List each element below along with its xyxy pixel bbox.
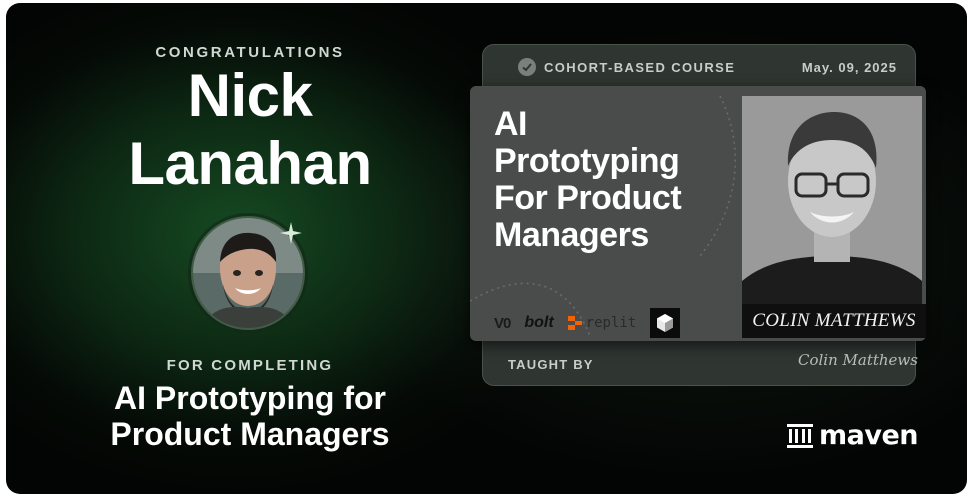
congratulations-label: CONGRATULATIONS bbox=[155, 44, 345, 61]
ticket-title-line: AI bbox=[494, 105, 528, 143]
cohort-label: COHORT-BASED COURSE bbox=[518, 58, 735, 76]
replit-logo: replit bbox=[567, 315, 637, 331]
maven-columns-icon bbox=[787, 423, 813, 448]
ticket-course-title: AI Prototyping For Product Managers bbox=[494, 106, 734, 254]
recipient-name: Nick Lanahan bbox=[0, 62, 500, 198]
taught-by-label: TAUGHT BY bbox=[508, 357, 594, 372]
replit-logo-icon bbox=[567, 316, 582, 330]
recipient-first-name: Nick bbox=[187, 62, 313, 129]
v0-logo-icon: V0 bbox=[494, 314, 511, 332]
instructor-signature: Colin Matthews bbox=[798, 351, 918, 369]
instructor-portrait-icon bbox=[742, 96, 922, 304]
recipient-section: CONGRATULATIONS Nick Lanahan FOR COMPLET… bbox=[0, 0, 500, 491]
course-title-line-1: AI Prototyping for bbox=[114, 380, 386, 416]
ticket-title-line: For Product bbox=[494, 179, 682, 217]
cohort-label-text: COHORT-BASED COURSE bbox=[544, 59, 736, 75]
maven-brand-name: maven bbox=[819, 420, 919, 451]
recipient-last-name: Lanahan bbox=[128, 130, 372, 197]
verified-check-icon bbox=[518, 58, 536, 76]
maven-brand-logo: maven bbox=[787, 420, 919, 451]
ticket-title-line: Prototyping bbox=[494, 142, 680, 180]
sparkle-icon bbox=[280, 222, 302, 244]
instructor-name-label: COLIN MATTHEWS bbox=[742, 304, 926, 338]
replit-logo-text: replit bbox=[585, 315, 637, 331]
ticket-title-line: Managers bbox=[494, 216, 649, 254]
tool-logos: V0 bolt replit bbox=[494, 308, 681, 338]
course-date: May. 09, 2025 bbox=[801, 60, 897, 75]
course-title: AI Prototyping for Product Managers bbox=[0, 380, 500, 452]
bolt-logo-icon: bolt bbox=[524, 314, 554, 331]
for-completing-label: FOR COMPLETING bbox=[166, 357, 334, 374]
course-title-line-2: Product Managers bbox=[110, 416, 390, 452]
cursor-logo-icon bbox=[650, 308, 681, 338]
instructor-photo bbox=[742, 96, 922, 304]
